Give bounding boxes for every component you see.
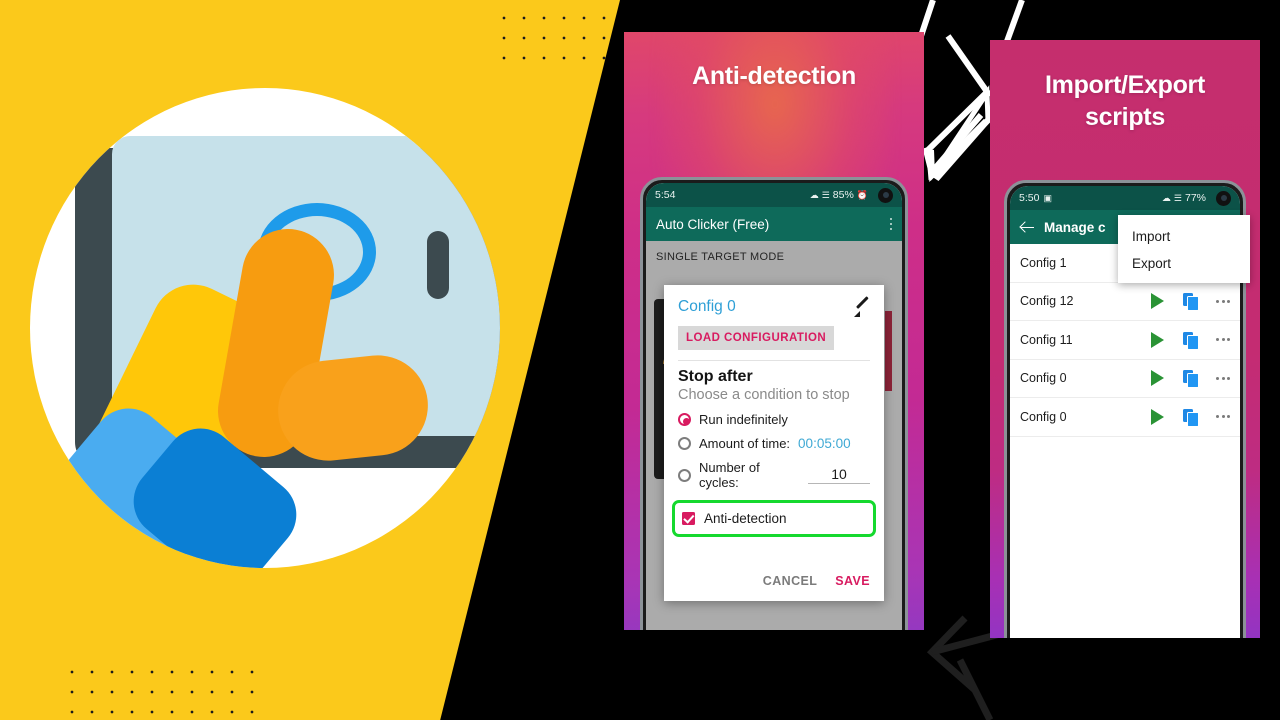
left-yellow-panel [0, 0, 620, 720]
right-feature-panel: Import/Export scripts 5:50 ▣ ☁ ☰ 77% Man… [990, 40, 1260, 638]
option-number-of-cycles[interactable]: Number of cycles: 10 [678, 460, 870, 490]
app-title: Manage c [1044, 219, 1106, 235]
dialog-header: Config 0 [664, 285, 884, 322]
wifi-icon: ☁ [809, 189, 819, 200]
right-panel-title-line2: scripts [1085, 102, 1165, 131]
camera-punch-hole [1216, 190, 1231, 206]
camera-punch-hole [878, 187, 893, 203]
config-name: Config 0 [1020, 409, 1067, 424]
table-row[interactable]: Config 0 [1010, 398, 1240, 437]
save-button[interactable]: SAVE [835, 574, 870, 588]
config-name: Config 11 [1020, 332, 1073, 347]
play-icon[interactable] [1151, 293, 1164, 310]
option-label: Number of cycles: [699, 460, 760, 490]
row-actions [1151, 293, 1230, 312]
status-time: 5:50 [1019, 192, 1040, 204]
dialog-body: Stop after Choose a condition to stop Ru… [664, 361, 884, 490]
config-list: Config 1 Config 12 Config 11 Config 0 Co… [1010, 244, 1240, 638]
dot-pattern-top [490, 4, 610, 76]
copy-icon[interactable] [1183, 408, 1199, 427]
radio-number-of-cycles[interactable] [678, 468, 691, 482]
menu-item-export[interactable]: Export [1118, 250, 1250, 277]
more-options-icon[interactable] [1216, 376, 1230, 380]
battery-percent: 85% [832, 189, 854, 201]
config-name: Config 0 [1020, 371, 1067, 386]
anti-detection-checkbox[interactable] [682, 512, 695, 525]
amount-of-time-value[interactable]: 00:05:00 [798, 436, 851, 451]
kebab-menu-icon[interactable] [889, 217, 892, 231]
row-actions [1151, 408, 1230, 427]
row-actions [1151, 370, 1230, 389]
radio-run-indefinitely[interactable] [678, 413, 691, 426]
option-amount-of-time[interactable]: Amount of time: 00:05:00 [678, 436, 870, 451]
option-label: Run indefinitely [699, 412, 788, 427]
screenshot-root: Anti-detection 5:54 ☁ ☰ 85% ⏰ Auto Click… [0, 0, 1280, 720]
app-title: Auto Clicker (Free) [656, 216, 770, 232]
more-options-icon[interactable] [1216, 338, 1230, 342]
table-row[interactable]: Config 0 [1010, 360, 1240, 398]
middle-app-bar: Auto Clicker (Free) [646, 207, 902, 241]
status-indicators: ☁ ☰ 77% [1161, 190, 1231, 206]
radio-amount-of-time[interactable] [678, 437, 691, 450]
status-indicators: ☁ ☰ 85% ⏰ [809, 187, 893, 203]
cycles-input[interactable]: 10 [808, 466, 870, 484]
middle-panel-title: Anti-detection [692, 62, 856, 90]
play-icon[interactable] [1151, 370, 1164, 387]
right-panel-title: Import/Export scripts [990, 70, 1260, 133]
right-status-bar: 5:50 ▣ ☁ ☰ 77% [1010, 186, 1240, 210]
config-name: Config 12 [1020, 294, 1074, 309]
option-run-indefinitely[interactable]: Run indefinitely [678, 412, 870, 427]
copy-icon[interactable] [1183, 331, 1199, 350]
app-logo [30, 88, 500, 568]
row-actions [1151, 331, 1230, 350]
status-time: 5:54 [655, 189, 676, 201]
config-dialog: Config 0 LOAD CONFIGURATION Stop after C… [664, 285, 884, 601]
signal-icon: ☰ [1173, 192, 1182, 203]
config-name: Config 1 [1020, 255, 1067, 270]
dialog-config-name: Config 0 [678, 298, 736, 315]
dot-pattern-bottom [58, 658, 258, 720]
image-icon: ▣ [1043, 192, 1052, 203]
battery-percent: 77% [1184, 192, 1206, 204]
alarm-icon: ⏰ [856, 189, 868, 200]
right-panel-title-line1: Import/Export [1045, 71, 1205, 99]
load-configuration-button[interactable]: LOAD CONFIGURATION [678, 326, 835, 350]
wifi-icon: ☁ [1161, 192, 1171, 203]
anti-detection-label: Anti-detection [704, 511, 787, 526]
anti-detection-highlight[interactable]: Anti-detection [672, 500, 876, 537]
table-row[interactable]: Config 12 [1010, 283, 1240, 321]
stop-after-title: Stop after [678, 368, 753, 385]
middle-status-bar: 5:54 ☁ ☰ 85% ⏰ [646, 183, 902, 207]
copy-icon[interactable] [1183, 370, 1199, 389]
pencil-icon[interactable] [854, 299, 870, 317]
dialog-actions: CANCEL SAVE [664, 574, 884, 601]
option-label: Amount of time: [699, 436, 791, 451]
play-icon[interactable] [1151, 331, 1164, 348]
menu-item-import[interactable]: Import [1118, 223, 1250, 250]
more-options-icon[interactable] [1216, 299, 1230, 303]
back-arrow-icon[interactable] [1020, 220, 1035, 235]
copy-icon[interactable] [1183, 293, 1199, 312]
table-row[interactable]: Config 11 [1010, 321, 1240, 360]
cancel-button[interactable]: CANCEL [763, 574, 817, 588]
import-export-menu: Import Export [1118, 215, 1250, 283]
tablet-button-shape [427, 231, 449, 299]
more-options-icon[interactable] [1216, 415, 1230, 419]
stop-after-subtitle: Choose a condition to stop [678, 387, 850, 403]
play-icon[interactable] [1151, 408, 1164, 425]
signal-icon: ☰ [821, 189, 830, 200]
